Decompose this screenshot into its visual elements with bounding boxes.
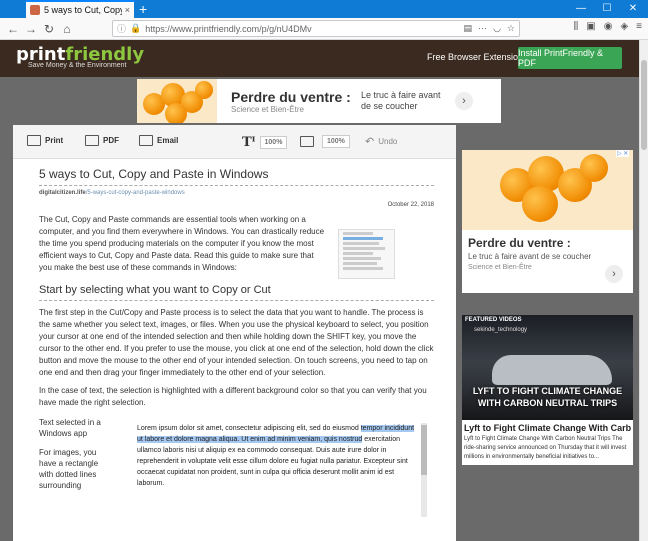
example-scrollbar xyxy=(421,423,427,517)
oranges-bowl-image xyxy=(462,150,633,230)
ad-arrow-icon[interactable]: › xyxy=(455,92,473,110)
right-ad-description: Le truc à faire avant de se coucher xyxy=(468,252,592,261)
pdf-button[interactable]: PDF xyxy=(85,135,119,146)
tab-strip: 5 ways to Cut, Copy and Paste × + — ☐ ✕ xyxy=(0,0,648,18)
video-description: Lyft to Fight Climate Change With Carbon… xyxy=(464,436,627,460)
printer-icon xyxy=(27,135,41,146)
bookmark-icon[interactable]: ☆ xyxy=(507,23,515,34)
printfriendly-header: printfriendly Save Money & the Environme… xyxy=(0,40,639,77)
favicon-icon xyxy=(30,5,40,15)
new-tab-button[interactable]: + xyxy=(139,1,147,17)
image-icon xyxy=(300,136,314,147)
right-ad-title[interactable]: Perdre du ventre : xyxy=(468,236,627,250)
text-size-value[interactable]: 100% xyxy=(259,136,288,149)
image-size-value[interactable]: 100% xyxy=(322,135,350,148)
reader-view-icon[interactable]: ▤ xyxy=(464,23,473,34)
context-menu-screenshot xyxy=(338,229,395,279)
page-viewport: printfriendly Save Money & the Environme… xyxy=(0,40,639,541)
article-panel: Print PDF Email Tᴵ 100% 100% ↶ Undo 5 way… xyxy=(13,125,456,541)
adchoices-icon[interactable]: ▷ ✕ xyxy=(616,150,630,157)
scrollbar-thumb[interactable] xyxy=(641,60,647,150)
email-button[interactable]: Email xyxy=(139,135,178,146)
undo-button[interactable]: ↶ Undo xyxy=(365,135,397,148)
navigation-bar: ← → ↻ ⌂ ⓘ 🔒 https://www.printfriendly.co… xyxy=(0,18,648,40)
extension-icon[interactable]: ◈ xyxy=(620,21,628,32)
right-ad-source: Science et Bien-Être xyxy=(468,264,532,271)
oranges-image xyxy=(137,79,217,123)
minimize-button[interactable]: — xyxy=(568,0,594,18)
tagline: Save Money & the Environment xyxy=(28,62,127,69)
video-info: Lyft to Fight Climate Change With Carbon… xyxy=(462,420,633,465)
selection-example: Lorem ipsum dolor sit amet, consectetur … xyxy=(133,423,429,523)
ad-description: Le truc à faire avant de se coucher xyxy=(361,90,441,111)
text-size-control[interactable]: Tᴵ 100% xyxy=(242,135,288,150)
close-window-button[interactable]: ✕ xyxy=(620,0,646,18)
window-controls: — ☐ ✕ xyxy=(568,0,646,18)
image-size-control[interactable]: 100% xyxy=(300,135,350,148)
tab-close-icon[interactable]: × xyxy=(125,5,130,15)
example-section: Text selected in a Windows app For image… xyxy=(39,417,434,537)
top-advertisement[interactable]: Perdre du ventre : Science et Bien-Être … xyxy=(137,79,501,123)
text-size-icon: Tᴵ xyxy=(242,135,256,150)
menu-icon[interactable]: ≡ xyxy=(636,21,642,32)
featured-video[interactable]: FEATURED VIDEOS sekinde_technology LYFT … xyxy=(462,315,633,420)
more-icon[interactable]: ··· xyxy=(478,23,487,34)
ad-source: Science et Bien-Être xyxy=(231,104,304,114)
forward-icon[interactable]: → xyxy=(22,22,40,36)
caption-text: Text selected in a Windows app xyxy=(39,418,101,438)
right-advertisement[interactable]: Perdre du ventre : Le truc à faire avant… xyxy=(462,150,633,293)
reload-icon[interactable]: ↻ xyxy=(40,22,58,36)
article-title: 5 ways to Cut, Copy and Paste in Windows xyxy=(39,167,269,181)
maximize-button[interactable]: ☐ xyxy=(594,0,620,18)
video-caption: LYFT TO FIGHT CLIMATE CHANGE WITH CARBON… xyxy=(472,386,623,408)
car-image xyxy=(492,355,612,385)
undo-icon: ↶ xyxy=(365,136,375,148)
account-icon[interactable]: ◉ xyxy=(604,21,613,32)
video-channel: sekinde_technology xyxy=(474,327,528,333)
sidebar-icon[interactable]: ▣ xyxy=(586,21,595,32)
section-heading: Start by selecting what you want to Copy… xyxy=(39,284,271,296)
back-icon[interactable]: ← xyxy=(4,22,22,36)
article-date: October 22, 2018 xyxy=(387,202,434,208)
info-icon[interactable]: ⓘ xyxy=(117,22,126,35)
ad-title[interactable]: Perdre du ventre : xyxy=(231,89,361,105)
install-button[interactable]: Install PrintFriendly & PDF xyxy=(518,47,622,69)
library-icon[interactable]: ⫼ xyxy=(574,21,579,32)
pf-toolbar: Print PDF Email Tᴵ 100% 100% ↶ Undo xyxy=(13,125,456,159)
video-title[interactable]: Lyft to Fight Climate Change With Carbon… xyxy=(464,423,631,433)
source-link[interactable]: digitalcitizen.life/5-ways-cut-copy-and-… xyxy=(39,190,434,196)
intro-paragraph: The Cut, Copy and Paste commands are ess… xyxy=(39,215,325,272)
page-scrollbar[interactable] xyxy=(639,40,648,541)
url-bar[interactable]: ⓘ 🔒 https://www.printfriendly.com/p/g/nU… xyxy=(112,20,520,37)
url-text[interactable]: https://www.printfriendly.com/p/g/nU4DMv xyxy=(145,24,311,34)
featured-label: FEATURED VIDEOS xyxy=(465,317,522,323)
pocket-icon[interactable]: ◡ xyxy=(493,23,501,34)
lock-icon: 🔒 xyxy=(130,23,142,33)
home-icon[interactable]: ⌂ xyxy=(58,22,76,36)
caption-images: For images, you have a rectangle with do… xyxy=(39,448,99,490)
paragraph-2: In the case of text, the selection is hi… xyxy=(39,386,427,407)
tab-title: 5 ways to Cut, Copy and Paste xyxy=(44,5,122,15)
extension-label[interactable]: Free Browser Extension! xyxy=(427,52,526,62)
envelope-icon xyxy=(139,135,153,146)
browser-tab[interactable]: 5 ways to Cut, Copy and Paste × xyxy=(26,0,134,18)
title-divider xyxy=(39,185,434,186)
caption-column: Text selected in a Windows app For image… xyxy=(39,417,101,499)
article-body: 5 ways to Cut, Copy and Paste in Windows… xyxy=(39,167,434,537)
print-button[interactable]: Print xyxy=(27,135,63,146)
pdf-icon xyxy=(85,135,99,146)
right-ad-arrow-icon[interactable]: › xyxy=(605,265,623,283)
paragraph-1: The first step in the Cut/Copy and Paste… xyxy=(39,308,434,377)
